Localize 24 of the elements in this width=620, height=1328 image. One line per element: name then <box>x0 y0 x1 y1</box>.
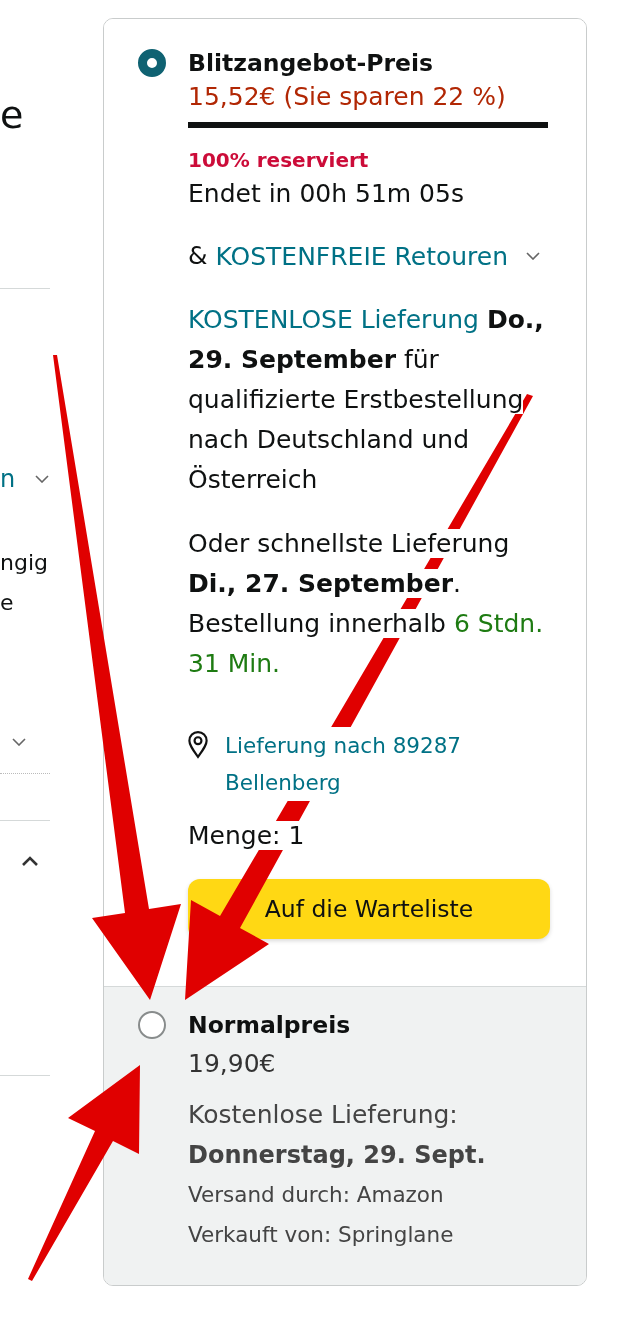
delivery-date: Donnerstag, 29. Sept. <box>188 1140 486 1171</box>
option-title: Blitzangebot-Preis <box>188 48 434 79</box>
text-fragment: ngig <box>0 549 49 577</box>
price-text: 19,90€ <box>188 1048 276 1080</box>
location-pin-icon <box>187 731 209 759</box>
ampersand-text: & <box>188 240 208 272</box>
returns-link[interactable]: KOSTENFREIE Retouren <box>215 241 509 271</box>
chevron-down-icon[interactable] <box>35 475 50 483</box>
claimed-label: 100% reserviert <box>188 147 369 174</box>
shipped-by-text: Versand durch: Amazon <box>188 1181 444 1209</box>
sold-by-text: Verkauft von: Springlane <box>188 1221 454 1249</box>
caret-up-icon[interactable] <box>21 856 39 867</box>
countdown-text: Endet in 00h 51m 05s <box>188 178 464 210</box>
option-title: Normalpreis <box>188 1010 351 1041</box>
radio-button[interactable] <box>138 49 166 77</box>
chevron-down-icon[interactable] <box>526 252 541 260</box>
text-fragment: e <box>0 589 15 617</box>
radio-button[interactable] <box>138 1011 166 1039</box>
quantity-label[interactable]: Menge: 1 <box>188 821 305 850</box>
chevron-down-icon[interactable] <box>12 738 26 746</box>
link-fragment[interactable]: n <box>0 465 16 493</box>
heading-fragment: e <box>0 92 25 138</box>
deal-price: 15,52€ (Sie sparen 22 %) <box>188 81 506 113</box>
delivery-label: Kostenlose Lieferung: <box>188 1099 458 1131</box>
